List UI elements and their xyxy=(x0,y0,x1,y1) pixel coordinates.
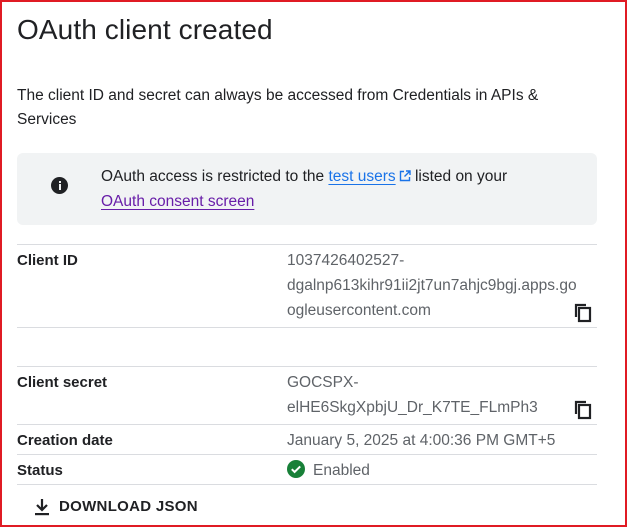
download-json-label: DOWNLOAD JSON xyxy=(59,498,198,515)
test-users-link-label: test users xyxy=(328,168,396,185)
info-notice: OAuth access is restricted to the test u… xyxy=(17,153,597,225)
client-secret-label: Client secret xyxy=(17,374,108,391)
status-text: Enabled xyxy=(313,462,370,479)
creation-date-value: January 5, 2025 at 4:00:36 PM GMT+5 xyxy=(287,432,556,449)
info-notice-line1: OAuth access is restricted to the test u… xyxy=(101,164,507,189)
client-id-value: 1037426402527- dgalnp613kihr91ii2jt7un7a… xyxy=(287,248,577,323)
copy-icon[interactable] xyxy=(574,303,592,323)
check-circle-icon xyxy=(287,460,305,478)
download-icon xyxy=(35,499,49,516)
download-json-button[interactable]: DOWNLOAD JSON xyxy=(28,492,203,522)
status-value: Enabled xyxy=(287,458,370,483)
divider xyxy=(17,244,597,245)
divider xyxy=(17,484,597,485)
notice-text-before: OAuth access is restricted to the xyxy=(101,168,329,185)
divider xyxy=(17,366,597,367)
external-link-icon[interactable] xyxy=(399,170,411,182)
client-secret-line2: elHE6SkgXpbjU_Dr_K7TE_FLmPh3 xyxy=(287,399,538,416)
divider xyxy=(17,454,597,455)
dialog-description: The client ID and secret can always be a… xyxy=(17,87,539,128)
copy-icon[interactable] xyxy=(574,400,592,420)
client-id-line3: ogleusercontent.com xyxy=(287,302,431,319)
client-id-label: Client ID xyxy=(17,252,78,269)
divider xyxy=(17,327,597,328)
client-id-line1: 1037426402527- xyxy=(287,252,405,269)
consent-screen-link[interactable]: OAuth consent screen xyxy=(101,193,254,210)
notice-text-after: listed on your xyxy=(410,168,508,185)
divider xyxy=(17,424,597,425)
info-notice-text: OAuth access is restricted to the test u… xyxy=(101,164,507,214)
creation-date-label: Creation date xyxy=(17,432,113,449)
client-id-line2: dgalnp613kihr91ii2jt7un7ahjc9bgj.apps.go xyxy=(287,277,577,294)
dialog-title: OAuth client created xyxy=(17,14,273,45)
test-users-link[interactable]: test users xyxy=(328,168,395,185)
status-label: Status xyxy=(17,462,63,479)
client-secret-line1: GOCSPX- xyxy=(287,374,359,391)
info-icon xyxy=(51,177,68,194)
info-notice-line2: OAuth consent screen xyxy=(101,189,507,214)
client-secret-value: GOCSPX- elHE6SkgXpbjU_Dr_K7TE_FLmPh3 xyxy=(287,370,538,420)
